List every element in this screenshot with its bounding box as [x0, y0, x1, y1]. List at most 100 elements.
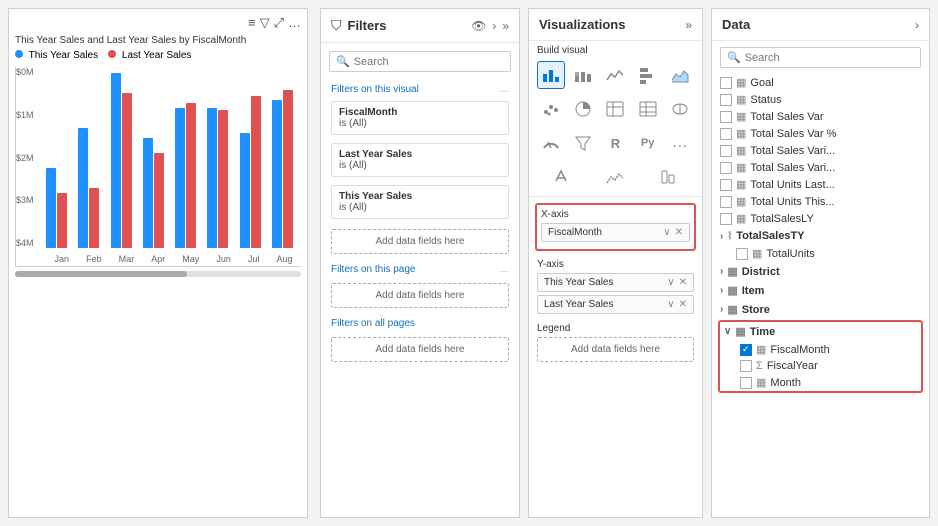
- tree-item-total-sales-vari2[interactable]: ▦ Total Sales Vari...: [716, 159, 925, 176]
- viz-stacked-bar-icon[interactable]: [569, 61, 597, 89]
- viz-filter-icon[interactable]: [569, 129, 597, 157]
- bar-jul-this: [240, 133, 250, 248]
- tree-item-fiscalmonth[interactable]: ▦ FiscalMonth: [736, 341, 921, 358]
- tree-group-totalsalesty[interactable]: › ⌇ TotalSalesTY: [716, 227, 925, 245]
- measure-icon-tst: ⌇: [727, 231, 732, 242]
- tree-item-goal[interactable]: ▦ Goal: [716, 74, 925, 91]
- tree-item-status[interactable]: ▦ Status: [716, 91, 925, 108]
- table-icon-time: ▦: [735, 325, 745, 338]
- tree-item-total-units-last[interactable]: ▦ Total Units Last...: [716, 176, 925, 193]
- bar-group-feb: [78, 128, 107, 248]
- checkbox-tsly[interactable]: [720, 213, 732, 225]
- data-search-input[interactable]: [745, 52, 914, 64]
- viz-more-icon[interactable]: …: [666, 129, 694, 157]
- checkbox-tul[interactable]: [720, 179, 732, 191]
- x-remove-y0-icon[interactable]: ✕: [679, 277, 687, 288]
- bar-jun-this: [207, 108, 217, 248]
- tree-group-district[interactable]: › ▦ District: [716, 262, 925, 281]
- x-remove-icon[interactable]: ✕: [675, 227, 683, 238]
- checkbox-tsv[interactable]: [720, 111, 732, 123]
- filter-funnel-icon: ⛉: [331, 17, 342, 34]
- legend-this-year: This Year Sales: [15, 50, 98, 61]
- more-options-page-icon[interactable]: …: [499, 264, 509, 275]
- viz-r-icon[interactable]: R: [601, 129, 629, 157]
- checkbox-tu[interactable]: [736, 248, 748, 260]
- viz-table-icon[interactable]: [601, 95, 629, 123]
- chevron-right2-icon[interactable]: »: [502, 19, 509, 33]
- viz-matrix-icon[interactable]: [634, 95, 662, 123]
- chevron-right-data-icon[interactable]: ›: [915, 18, 919, 32]
- tree-item-total-sales-var-pct[interactable]: ▦ Total Sales Var %: [716, 125, 925, 142]
- more-icon[interactable]: …: [288, 15, 301, 31]
- checkbox-tsvp[interactable]: [720, 128, 732, 140]
- checkbox-fiscalmonth[interactable]: [740, 344, 752, 356]
- legend-add-fields[interactable]: Add data fields here: [537, 337, 694, 362]
- scrollbar-thumb[interactable]: [15, 271, 187, 277]
- tree-group-item[interactable]: › ▦ Item: [716, 281, 925, 300]
- viz-py-icon[interactable]: Py: [634, 129, 662, 157]
- checkbox-goal[interactable]: [720, 77, 732, 89]
- chevron-right-icon[interactable]: ›: [492, 19, 496, 33]
- chart-title: This Year Sales and Last Year Sales by F…: [15, 35, 301, 46]
- tree-item-totalsalesly[interactable]: ▦ TotalSalesLY: [716, 210, 925, 227]
- chart-scrollbar[interactable]: [15, 271, 301, 277]
- viz-analytics-icon[interactable]: [601, 163, 629, 191]
- eye-icon[interactable]: 👁: [471, 19, 486, 33]
- checkbox-fiscalyear[interactable]: [740, 360, 752, 372]
- viz-line-chart-icon[interactable]: [601, 61, 629, 89]
- chart-panel: ≡ ▽ ⤢ … This Year Sales and Last Year Sa…: [8, 8, 308, 518]
- viz-area-chart-icon[interactable]: [666, 61, 694, 89]
- filters-header: ⛉ Filters 👁 › »: [321, 9, 519, 43]
- filters-search-input[interactable]: [354, 56, 504, 68]
- add-fields-visual[interactable]: Add data fields here: [331, 229, 509, 254]
- filter-icon[interactable]: ▽: [260, 15, 270, 31]
- checkbox-tsva1[interactable]: [720, 145, 732, 157]
- add-fields-page[interactable]: Add data fields here: [331, 283, 509, 308]
- chevron-down-y0-icon[interactable]: ∨: [667, 277, 674, 288]
- filter-item-thisyear[interactable]: This Year Sales is (All): [331, 185, 509, 219]
- chevron-down-y1-icon[interactable]: ∨: [667, 299, 674, 310]
- filters-on-all-label: Filters on all pages: [321, 314, 519, 331]
- x-remove-y1-icon[interactable]: ✕: [679, 299, 687, 310]
- tree-group-store[interactable]: › ▦ Store: [716, 300, 925, 319]
- viz-map-icon[interactable]: [666, 95, 694, 123]
- expand-arrow-district: ›: [720, 266, 723, 277]
- filter-item-lastyear[interactable]: Last Year Sales is (All): [331, 143, 509, 177]
- viz-fields-icon[interactable]: [655, 163, 683, 191]
- expand-icon[interactable]: ⤢: [274, 15, 284, 31]
- data-search-box[interactable]: 🔍: [720, 47, 921, 68]
- tree-item-totalunits[interactable]: ▦ TotalUnits: [732, 245, 925, 262]
- chevron-right-viz-icon[interactable]: »: [685, 18, 692, 32]
- x-axis-field[interactable]: FiscalMonth ∨ ✕: [541, 223, 690, 242]
- chart-toolbar: ≡ ▽ ⤢ …: [15, 15, 301, 31]
- y-axis-field-1[interactable]: Last Year Sales ∨ ✕: [537, 295, 694, 314]
- checkbox-month[interactable]: [740, 377, 752, 389]
- viz-bar-chart-icon[interactable]: [537, 61, 565, 89]
- viz-column-chart-icon[interactable]: [634, 61, 662, 89]
- tree-group-time[interactable]: ∨ ▦ Time: [720, 322, 921, 341]
- bar-mar-last: [122, 93, 132, 248]
- viz-pie-icon[interactable]: [569, 95, 597, 123]
- table-icon-tul: ▦: [736, 178, 746, 191]
- filter-item-fiscalmonth[interactable]: FiscalMonth is (All): [331, 101, 509, 135]
- tree-item-month[interactable]: ▦ Month: [736, 374, 921, 391]
- checkbox-tsva2[interactable]: [720, 162, 732, 174]
- chevron-down-icon[interactable]: ∨: [663, 227, 670, 238]
- hamburger-icon[interactable]: ≡: [248, 15, 256, 31]
- tree-item-total-units-this[interactable]: ▦ Total Units This...: [716, 193, 925, 210]
- more-options-icon[interactable]: …: [499, 84, 509, 95]
- checkbox-tut[interactable]: [720, 196, 732, 208]
- checkbox-status[interactable]: [720, 94, 732, 106]
- add-fields-all[interactable]: Add data fields here: [331, 337, 509, 362]
- tree-item-total-sales-var[interactable]: ▦ Total Sales Var: [716, 108, 925, 125]
- legend-dot-red: [108, 50, 116, 58]
- y-axis-field-0[interactable]: This Year Sales ∨ ✕: [537, 273, 694, 292]
- filters-search-box[interactable]: 🔍: [329, 51, 511, 72]
- viz-gauge-icon[interactable]: [537, 129, 565, 157]
- tree-item-total-sales-vari1[interactable]: ▦ Total Sales Vari...: [716, 142, 925, 159]
- viz-format-icon[interactable]: [548, 163, 576, 191]
- tree-item-fiscalyear[interactable]: Σ FiscalYear: [736, 358, 921, 374]
- viz-scatter-icon[interactable]: [537, 95, 565, 123]
- bar-jul-last: [251, 96, 261, 248]
- data-title: Data: [722, 17, 909, 32]
